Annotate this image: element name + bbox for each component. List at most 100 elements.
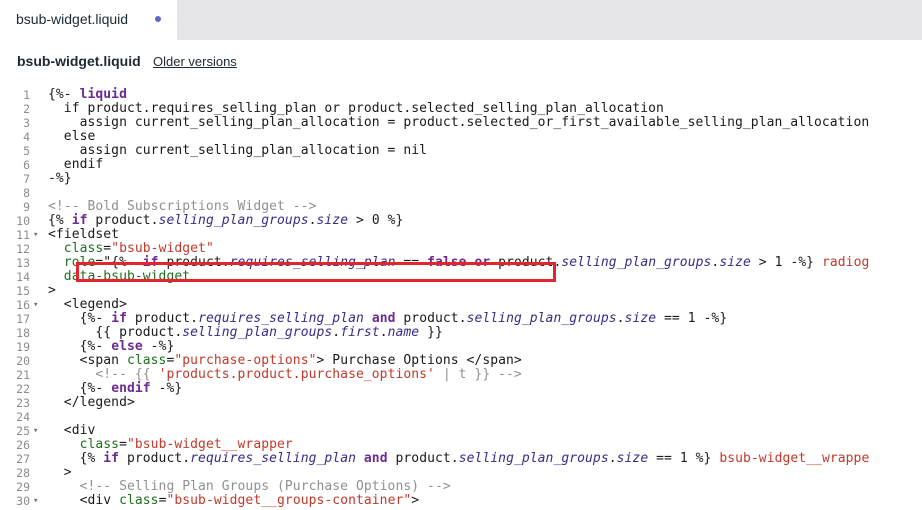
code-content: <div class="bsub-widget__groups-containe… [48, 493, 420, 508]
code-line[interactable]: 6 endif [0, 157, 922, 173]
code-text: }} [419, 325, 443, 340]
code-content: class="bsub-widget__wrapper [48, 438, 293, 452]
line-number: 30 [16, 494, 30, 508]
code-line[interactable]: 15 > [0, 283, 922, 299]
fold-toggle-icon[interactable]: ▾ [33, 494, 38, 508]
code-content: <!-- Bold Subscriptions Widget --> [48, 200, 317, 214]
code-line[interactable]: 28 > [0, 466, 922, 481]
code-line[interactable]: 4 else [0, 129, 922, 145]
code-line[interactable]: 2 if product.requires_selling_plan or pr… [0, 102, 922, 117]
code-line[interactable]: 9 <!-- Bold Subscriptions Widget --> [0, 200, 922, 215]
line-number: 7 [23, 172, 30, 186]
code-line[interactable]: 1 {%- liquid [0, 88, 922, 103]
line-number: 2 [23, 102, 30, 116]
code-line[interactable]: 22 {%- endif -%} [0, 381, 922, 397]
editor-tab-bar: bsub-widget.liquid [0, 0, 922, 40]
code-text: ="{%- [95, 255, 143, 270]
code-attribute: class [126, 353, 167, 368]
code-property: size [316, 213, 349, 228]
code-string: 'products.product.purchase_options' [158, 367, 435, 382]
code-line[interactable]: 21 <!-- {{ 'products.product.purchase_op… [0, 367, 922, 383]
code-keyword: and [371, 311, 396, 326]
code-line[interactable]: 27 {% if product.requires_selling_plan a… [0, 451, 922, 467]
code-line[interactable]: 17 {%- if product.requires_selling_plan … [0, 311, 922, 327]
code-attribute: class [48, 437, 120, 452]
code-line[interactable]: 20 <span class="purchase-options"> Purch… [0, 354, 922, 369]
code-line[interactable]: 8 [0, 186, 922, 200]
code-text: {% [48, 451, 104, 466]
code-line[interactable]: 14 data-bsub-widget [0, 270, 922, 285]
line-number: 13 [16, 256, 30, 270]
code-line[interactable]: 10 {% if product.selling_plan_groups.size… [0, 213, 922, 229]
code-text: {%- [48, 381, 112, 396]
line-number: 15 [16, 284, 30, 298]
code-string: "bsub-widget__groups-container" [166, 493, 412, 508]
code-keyword: and [363, 451, 388, 466]
code-line[interactable]: 5 assign current_selling_plan_allocation… [0, 143, 922, 159]
code-content: {% if product.requires_selling_plan and … [48, 451, 870, 466]
code-editor[interactable]: 1 {%- liquid 2 if product.requires_selling… [0, 87, 922, 510]
fold-toggle-icon[interactable]: ▾ [33, 228, 38, 242]
code-line[interactable]: 19 {%- else -%} [0, 339, 922, 355]
line-number: 4 [23, 130, 30, 144]
code-line[interactable]: 30 ▾ <div class="bsub-widget__groups-cont… [0, 493, 922, 509]
code-text: <div [48, 423, 96, 438]
code-text: . [379, 325, 388, 340]
code-line[interactable]: 29 <!-- Selling Plan Groups (Purchase Op… [0, 480, 922, 495]
line-number: 1 [23, 88, 30, 102]
code-line[interactable]: 24 [0, 410, 922, 424]
code-line[interactable]: 23 </legend> [0, 396, 922, 411]
code-line[interactable]: 3 assign current_selling_plan_allocation… [0, 115, 922, 131]
line-number: 8 [23, 186, 30, 200]
code-content: {{ product.selling_plan_groups.first.nam… [48, 326, 443, 340]
code-keyword: if [111, 311, 127, 326]
code-text: else [48, 129, 96, 144]
code-keyword: else [111, 339, 143, 354]
code-text: > 0 %} [348, 213, 404, 228]
code-line[interactable]: 12 class="bsub-widget" [0, 242, 922, 257]
unsaved-changes-dot-icon [155, 16, 161, 22]
code-content: <span class="purchase-options"> Purchase… [48, 354, 522, 368]
code-line[interactable]: 26 class="bsub-widget__wrapper [0, 438, 922, 453]
code-property: selling_plan_groups [561, 255, 712, 270]
code-content: </legend> [48, 396, 135, 410]
code-string: bsub-widget__wrappe [719, 451, 870, 466]
code-content: <fieldset [48, 228, 119, 242]
file-header: bsub-widget.liquid Older versions [0, 40, 922, 84]
fold-toggle-icon[interactable]: ▾ [33, 298, 38, 312]
line-number: 3 [23, 116, 30, 130]
code-keyword: if [103, 451, 120, 466]
code-text: {%- [48, 311, 112, 326]
line-number: 12 [16, 242, 30, 256]
code-text: <legend> [48, 297, 127, 312]
older-versions-link[interactable]: Older versions [153, 54, 237, 69]
code-line[interactable]: 18 {{ product.selling_plan_groups.first.… [0, 326, 922, 341]
code-text: . [308, 213, 317, 228]
code-content: {%- if product.requires_selling_plan and… [48, 311, 728, 326]
code-content: <div [48, 423, 96, 438]
file-tab-label: bsub-widget.liquid [16, 11, 129, 27]
file-tab[interactable]: bsub-widget.liquid [0, 0, 177, 40]
line-number: 17 [16, 312, 30, 326]
code-line[interactable]: 7 -%} [0, 171, 922, 187]
line-number: 5 [23, 144, 30, 158]
code-text: assign current_selling_plan_allocation =… [48, 115, 870, 130]
code-text: assign current_selling_plan_allocation =… [48, 143, 428, 158]
fold-toggle-icon[interactable]: ▾ [33, 424, 38, 438]
code-text: product. [119, 451, 191, 466]
code-line[interactable]: 11 ▾ <fieldset [0, 228, 922, 243]
line-number: 10 [16, 214, 30, 228]
line-number: 22 [16, 382, 30, 396]
code-property: name [387, 325, 420, 340]
line-number: 24 [16, 410, 30, 424]
code-text: == [395, 255, 428, 270]
code-line[interactable]: 16 ▾ <legend> [0, 297, 922, 313]
code-text: > [48, 283, 56, 298]
code-text: -%} [48, 171, 72, 186]
line-number: 18 [16, 326, 30, 340]
code-attribute: role [48, 255, 96, 270]
code-line[interactable]: 13 role="{%- if product.requires_selling… [0, 255, 922, 271]
code-text: endif [48, 157, 104, 172]
code-text: . [608, 451, 617, 466]
code-line[interactable]: 25 ▾ <div [0, 423, 922, 439]
